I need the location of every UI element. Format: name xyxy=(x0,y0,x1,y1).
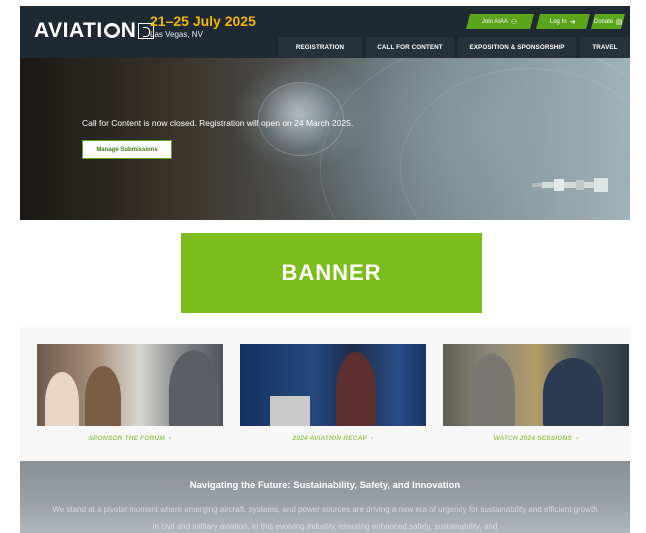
donate-icon: ▤ xyxy=(615,18,623,26)
person-shape xyxy=(85,366,121,426)
intro-paragraph: We stand at a pivotal moment where emerg… xyxy=(52,505,598,531)
logo-text: AVIATI N xyxy=(34,19,137,42)
chevron-right-icon: › xyxy=(168,435,172,442)
chevron-right-icon: › xyxy=(371,435,374,442)
banner-text: BANNER xyxy=(281,260,382,285)
aviation-recap-link[interactable]: 2024 AVIATION RECAP › xyxy=(240,435,426,442)
event-location: Las Vegas, NV xyxy=(150,30,203,39)
login-button[interactable]: Log In ➜ xyxy=(535,14,591,29)
nav-call-for-content[interactable]: CALL FOR CONTENT xyxy=(366,37,454,58)
person-shape xyxy=(469,354,515,426)
site-header: AVIATI N 21–25 July 2025 Las Vegas, NV Jo… xyxy=(20,6,630,58)
sponsor-forum-image[interactable] xyxy=(37,344,223,426)
donate-label: Donate xyxy=(593,18,613,25)
logo-o-glyph xyxy=(103,23,120,38)
watch-sessions-image[interactable] xyxy=(443,344,629,426)
event-date: 21–25 July 2025 xyxy=(150,13,256,29)
ad-banner[interactable]: BANNER xyxy=(181,233,482,313)
promo-section: SPONSOR THE FORUM › 2024 AVIATION RECAP › … xyxy=(20,327,630,461)
person-shape xyxy=(45,372,79,426)
users-icon: ⚇ xyxy=(511,18,518,26)
page: AVIATI N 21–25 July 2025 Las Vegas, NV Jo… xyxy=(0,0,646,533)
sponsor-forum-link[interactable]: SPONSOR THE FORUM › xyxy=(37,435,223,442)
manage-submissions-button[interactable]: Manage Submissions xyxy=(82,140,172,159)
watch-sessions-label: WATCH 2024 SESSIONS xyxy=(493,435,573,442)
aviation-recap-label: 2024 AVIATION RECAP xyxy=(292,435,368,442)
nav-registration[interactable]: REGISTRATION xyxy=(278,37,362,58)
person-shape xyxy=(543,358,603,426)
hero-message: Call for Content is now closed. Registra… xyxy=(82,118,354,128)
join-aiaa-label: Join AIAA xyxy=(482,18,509,25)
nav-travel[interactable]: TRAVEL xyxy=(580,37,630,58)
donate-button[interactable]: Donate ▤ xyxy=(590,14,626,29)
hero-section: Call for Content is now closed. Registra… xyxy=(20,58,630,220)
nav-exposition-sponsorship[interactable]: EXPOSITION & SPONSORSHIP xyxy=(458,37,576,58)
hero-overlay xyxy=(20,58,630,220)
join-aiaa-button[interactable]: Join AIAA ⚇ xyxy=(465,14,535,29)
intro-title: Navigating the Future: Sustainability, S… xyxy=(189,480,461,491)
chevron-right-icon: › xyxy=(576,435,579,442)
person-shape xyxy=(336,352,376,426)
aviation-recap-image[interactable] xyxy=(240,344,426,426)
podium-shape xyxy=(270,396,310,426)
intro-section: Navigating the Future: Sustainability, S… xyxy=(20,461,630,533)
login-icon: ➜ xyxy=(569,18,576,26)
watch-sessions-link[interactable]: WATCH 2024 SESSIONS › xyxy=(443,435,629,442)
sponsor-forum-label: SPONSOR THE FORUM xyxy=(88,435,165,442)
login-label: Log In xyxy=(550,18,567,25)
aviation-logo[interactable]: AVIATI N xyxy=(34,19,155,42)
person-shape xyxy=(169,350,219,426)
